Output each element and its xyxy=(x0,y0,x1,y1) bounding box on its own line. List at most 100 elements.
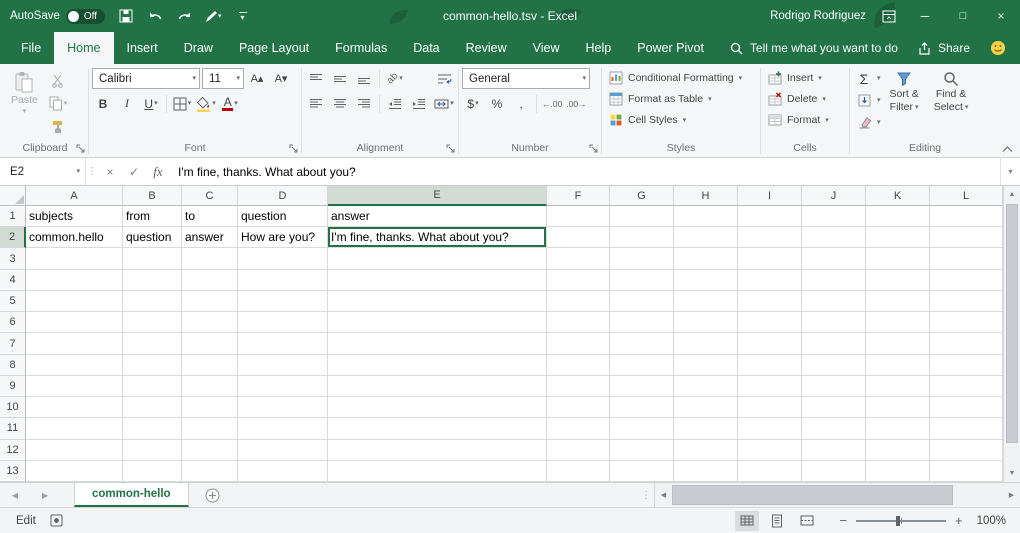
cell-K11[interactable] xyxy=(866,418,930,439)
cell-D8[interactable] xyxy=(238,355,328,376)
cell-K6[interactable] xyxy=(866,312,930,333)
cell-D5[interactable] xyxy=(238,291,328,312)
align-bottom-button[interactable] xyxy=(353,68,375,89)
cell-C5[interactable] xyxy=(182,291,238,312)
close-button[interactable]: × xyxy=(982,0,1020,32)
cell-H9[interactable] xyxy=(674,376,738,397)
cell-H1[interactable] xyxy=(674,206,738,227)
cell-A7[interactable] xyxy=(26,333,123,354)
cell-L6[interactable] xyxy=(930,312,1003,333)
column-header-E[interactable]: E xyxy=(328,186,547,206)
cell-H5[interactable] xyxy=(674,291,738,312)
ribbon-tab-review[interactable]: Review xyxy=(453,32,520,64)
cell-D11[interactable] xyxy=(238,418,328,439)
cell-E4[interactable] xyxy=(328,270,547,291)
column-header-J[interactable]: J xyxy=(802,186,866,206)
page-layout-view-button[interactable] xyxy=(765,511,789,531)
cell-L1[interactable] xyxy=(930,206,1003,227)
row-header-11[interactable]: 11 xyxy=(0,418,26,439)
cell-D13[interactable] xyxy=(238,461,328,482)
cell-J13[interactable] xyxy=(802,461,866,482)
cell-E2[interactable]: I'm fine, thanks. What about you? xyxy=(328,227,547,248)
cell-G10[interactable] xyxy=(610,397,674,418)
align-middle-button[interactable] xyxy=(329,68,351,89)
cell-L3[interactable] xyxy=(930,248,1003,269)
cell-A6[interactable] xyxy=(26,312,123,333)
cell-F11[interactable] xyxy=(547,418,610,439)
cell-B8[interactable] xyxy=(123,355,182,376)
accounting-format-button[interactable]: $▾ xyxy=(462,93,484,114)
column-header-H[interactable]: H xyxy=(674,186,738,206)
cell-I4[interactable] xyxy=(738,270,802,291)
align-center-button[interactable] xyxy=(329,93,351,114)
cell-G6[interactable] xyxy=(610,312,674,333)
cell-D6[interactable] xyxy=(238,312,328,333)
cell-G2[interactable] xyxy=(610,227,674,248)
row-header-4[interactable]: 4 xyxy=(0,270,26,291)
cell-J1[interactable] xyxy=(802,206,866,227)
cell-H10[interactable] xyxy=(674,397,738,418)
row-header-13[interactable]: 13 xyxy=(0,461,26,482)
cell-J9[interactable] xyxy=(802,376,866,397)
cell-C13[interactable] xyxy=(182,461,238,482)
ribbon-display-options-button[interactable] xyxy=(882,10,896,23)
fill-color-button[interactable]: ▾ xyxy=(195,93,217,114)
formula-input[interactable]: I'm fine, thanks. What about you? xyxy=(170,158,1000,185)
ribbon-tab-power-pivot[interactable]: Power Pivot xyxy=(624,32,717,64)
copy-button[interactable]: ▾ xyxy=(47,93,69,114)
column-header-F[interactable]: F xyxy=(547,186,610,206)
user-name[interactable]: Rodrigo Rodriguez xyxy=(770,10,866,22)
fill-button[interactable] xyxy=(853,90,875,111)
cell-G12[interactable] xyxy=(610,440,674,461)
cell-L13[interactable] xyxy=(930,461,1003,482)
cell-C7[interactable] xyxy=(182,333,238,354)
borders-button[interactable]: ▾ xyxy=(171,93,193,114)
autosum-button[interactable]: Σ xyxy=(853,68,875,89)
align-top-button[interactable] xyxy=(305,68,327,89)
new-sheet-button[interactable] xyxy=(195,483,231,507)
scroll-up-icon[interactable]: ▲ xyxy=(1004,186,1020,203)
horizontal-scroll-track[interactable] xyxy=(672,483,1003,507)
ribbon-tab-file[interactable]: File xyxy=(8,32,54,64)
cell-K2[interactable] xyxy=(866,227,930,248)
cell-E3[interactable] xyxy=(328,248,547,269)
increase-font-size-button[interactable]: A▴ xyxy=(246,68,268,89)
cell-K3[interactable] xyxy=(866,248,930,269)
cell-F10[interactable] xyxy=(547,397,610,418)
cell-G8[interactable] xyxy=(610,355,674,376)
sheet-nav-left-icon[interactable]: ◀ xyxy=(0,483,30,507)
cell-C2[interactable]: answer xyxy=(182,227,238,248)
font-name-select[interactable]: Calibri ▾ xyxy=(92,68,200,89)
increase-decimal-button[interactable]: ←.00 xyxy=(541,93,563,114)
cell-B10[interactable] xyxy=(123,397,182,418)
cell-F9[interactable] xyxy=(547,376,610,397)
format-cells-button[interactable]: Format ▾ xyxy=(764,110,833,130)
cell-B4[interactable] xyxy=(123,270,182,291)
cell-K4[interactable] xyxy=(866,270,930,291)
cell-B13[interactable] xyxy=(123,461,182,482)
horizontal-scroll-thumb[interactable] xyxy=(672,485,953,505)
tab-scroll-divider[interactable]: ⋮ xyxy=(638,483,654,507)
cell-L10[interactable] xyxy=(930,397,1003,418)
row-header-3[interactable]: 3 xyxy=(0,248,26,269)
cell-L7[interactable] xyxy=(930,333,1003,354)
cell-D4[interactable] xyxy=(238,270,328,291)
formula-bar-expand-icon[interactable]: ▾ xyxy=(1000,158,1020,185)
number-format-select[interactable]: General ▾ xyxy=(462,68,590,89)
share-button[interactable]: Share xyxy=(918,41,970,55)
merge-center-button[interactable]: ▾ xyxy=(433,93,455,114)
cell-L9[interactable] xyxy=(930,376,1003,397)
cell-G11[interactable] xyxy=(610,418,674,439)
sort-filter-button[interactable]: Sort & Filter▾ xyxy=(884,68,925,113)
cell-B1[interactable]: from xyxy=(123,206,182,227)
cell-L4[interactable] xyxy=(930,270,1003,291)
cell-C9[interactable] xyxy=(182,376,238,397)
conditional-formatting-button[interactable]: Conditional Formatting ▾ xyxy=(605,68,746,88)
cell-G9[interactable] xyxy=(610,376,674,397)
cell-E11[interactable] xyxy=(328,418,547,439)
cell-A4[interactable] xyxy=(26,270,123,291)
font-size-select[interactable]: 11 ▾ xyxy=(202,68,244,89)
cell-H3[interactable] xyxy=(674,248,738,269)
touch-mouse-mode-button[interactable]: ▾ xyxy=(205,6,222,26)
cell-A10[interactable] xyxy=(26,397,123,418)
